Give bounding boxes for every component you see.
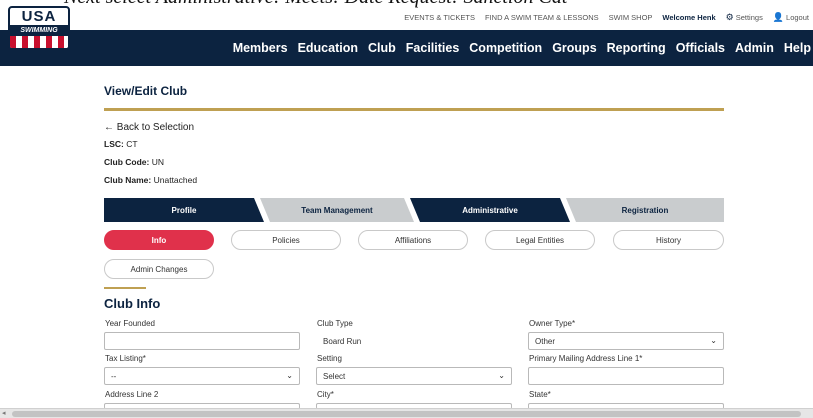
subtab-policies[interactable]: Policies <box>231 230 341 250</box>
events-tickets-link[interactable]: EVENTS & TICKETS <box>404 13 475 22</box>
nav-members[interactable]: Members <box>233 41 288 55</box>
setting-select[interactable]: Select ⌄ <box>316 367 512 385</box>
nav-reporting[interactable]: Reporting <box>607 41 666 55</box>
club-type-value: Board Run <box>316 332 512 350</box>
caption-text: Next select Administrative: Meets: Date … <box>0 0 813 8</box>
welcome-user[interactable]: Welcome Henk <box>662 13 715 22</box>
chevron-down-icon: ⌄ <box>498 371 505 380</box>
address-line2-label: Address Line 2 <box>105 390 159 399</box>
primary-tabs: Profile Team Management Administrative R… <box>104 198 724 222</box>
owner-type-select[interactable]: Other ⌄ <box>528 332 724 350</box>
mailing-line1-label: Primary Mailing Address Line 1* <box>529 354 643 363</box>
year-founded-input[interactable] <box>104 332 300 350</box>
club-info-title: Club Info <box>104 296 161 311</box>
tax-listing-label: Tax Listing* <box>105 354 146 363</box>
find-team-link[interactable]: FIND A SWIM TEAM & LESSONS <box>485 13 599 22</box>
lsc-info: LSC: CT <box>104 139 138 149</box>
subtab-history[interactable]: History <box>613 230 724 250</box>
subtab-admin-changes[interactable]: Admin Changes <box>104 259 214 279</box>
nav-groups[interactable]: Groups <box>552 41 596 55</box>
subtab-affiliations[interactable]: Affiliations <box>358 230 468 250</box>
club-code-info: Club Code: UN <box>104 157 164 167</box>
mailing-line1-input[interactable] <box>528 367 724 385</box>
club-type-label: Club Type <box>317 319 353 328</box>
usa-swimming-logo[interactable]: USA SWIMMING <box>8 6 70 50</box>
logout-link[interactable]: 👤 Logout <box>773 12 809 23</box>
tab-profile[interactable]: Profile <box>104 198 264 222</box>
nav-officials[interactable]: Officials <box>676 41 725 55</box>
scrollbar-thumb[interactable] <box>12 411 801 417</box>
gear-icon: ⚙ <box>725 12 734 22</box>
subtab-legal-entities[interactable]: Legal Entities <box>485 230 595 250</box>
city-label: City* <box>317 390 334 399</box>
chevron-down-icon: ⌄ <box>710 336 717 345</box>
nav-education[interactable]: Education <box>298 41 358 55</box>
horizontal-scrollbar[interactable]: ◂ <box>0 408 813 418</box>
subtab-info[interactable]: Info <box>104 230 214 250</box>
nav-admin[interactable]: Admin <box>735 41 774 55</box>
settings-link[interactable]: ⚙ Settings <box>726 12 763 23</box>
nav-help[interactable]: Help <box>784 41 811 55</box>
state-label: State* <box>529 390 551 399</box>
nav-club[interactable]: Club <box>368 41 396 55</box>
title-divider <box>104 108 724 111</box>
back-to-selection-link[interactable]: ← Back to Selection <box>104 122 194 133</box>
user-icon: 👤 <box>772 12 785 22</box>
main-nav: Members Education Club Facilities Compet… <box>0 30 813 66</box>
swim-shop-link[interactable]: SWIM SHOP <box>609 13 653 22</box>
tab-administrative[interactable]: Administrative <box>410 198 570 222</box>
tax-listing-select[interactable]: -- ⌄ <box>104 367 300 385</box>
utility-bar: EVENTS & TICKETS FIND A SWIM TEAM & LESS… <box>0 8 813 30</box>
club-name-info: Club Name: Unattached <box>104 175 198 185</box>
setting-label: Setting <box>317 354 342 363</box>
chevron-down-icon: ⌄ <box>286 371 293 380</box>
tab-team-management[interactable]: Team Management <box>260 198 414 222</box>
year-founded-label: Year Founded <box>105 319 155 328</box>
nav-competition[interactable]: Competition <box>469 41 542 55</box>
tab-registration[interactable]: Registration <box>566 198 724 222</box>
owner-type-label: Owner Type* <box>529 319 576 328</box>
section-divider <box>104 287 146 289</box>
nav-facilities[interactable]: Facilities <box>406 41 460 55</box>
page-title: View/Edit Club <box>104 84 188 98</box>
scroll-left-arrow-icon[interactable]: ◂ <box>2 409 6 417</box>
